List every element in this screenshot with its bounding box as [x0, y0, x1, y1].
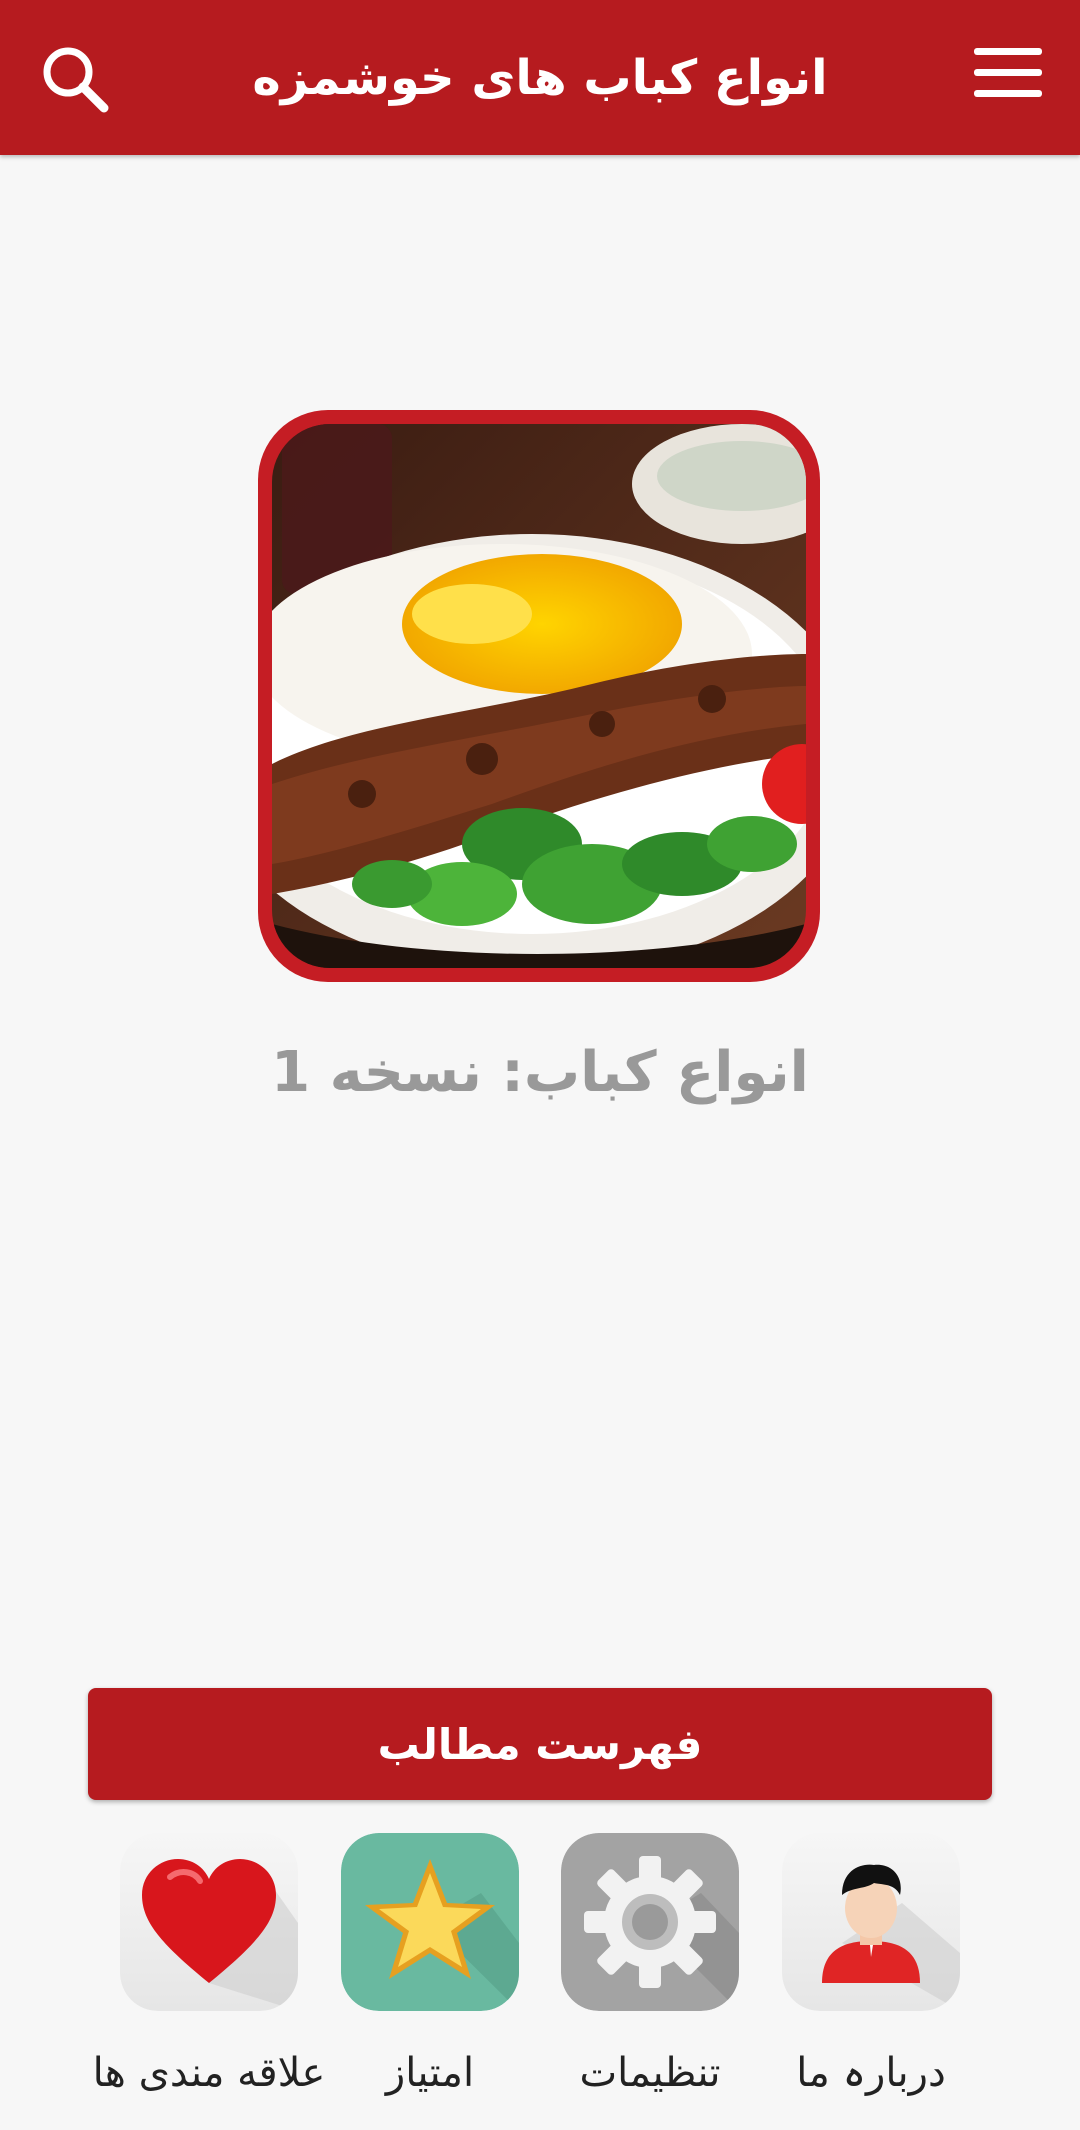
gear-icon	[561, 1833, 739, 2011]
table-of-contents-button[interactable]: فهرست مطالب	[88, 1688, 992, 1800]
hero-image-frame	[258, 410, 820, 982]
kebab-plate-image	[272, 424, 806, 968]
hamburger-menu-icon[interactable]	[974, 48, 1042, 110]
rate-button[interactable]	[341, 1833, 519, 2011]
favorites-label: علاقه مندی ها	[92, 2050, 326, 2096]
rate-label: امتیاز	[385, 2050, 475, 2096]
about-us-label: دربارہ ما	[796, 2050, 946, 2096]
heart-icon	[120, 1833, 298, 2011]
about-us-button[interactable]	[782, 1833, 960, 2011]
version-label: انواع کباب: نسخه 1	[271, 1040, 809, 1105]
app-bar: انواع کباب های خوشمزه	[0, 0, 1080, 155]
app-title: انواع کباب های خوشمزه	[252, 49, 828, 106]
favorites-button[interactable]	[120, 1833, 298, 2011]
settings-button[interactable]	[561, 1833, 739, 2011]
user-icon	[782, 1833, 960, 2011]
star-icon	[341, 1833, 519, 2011]
